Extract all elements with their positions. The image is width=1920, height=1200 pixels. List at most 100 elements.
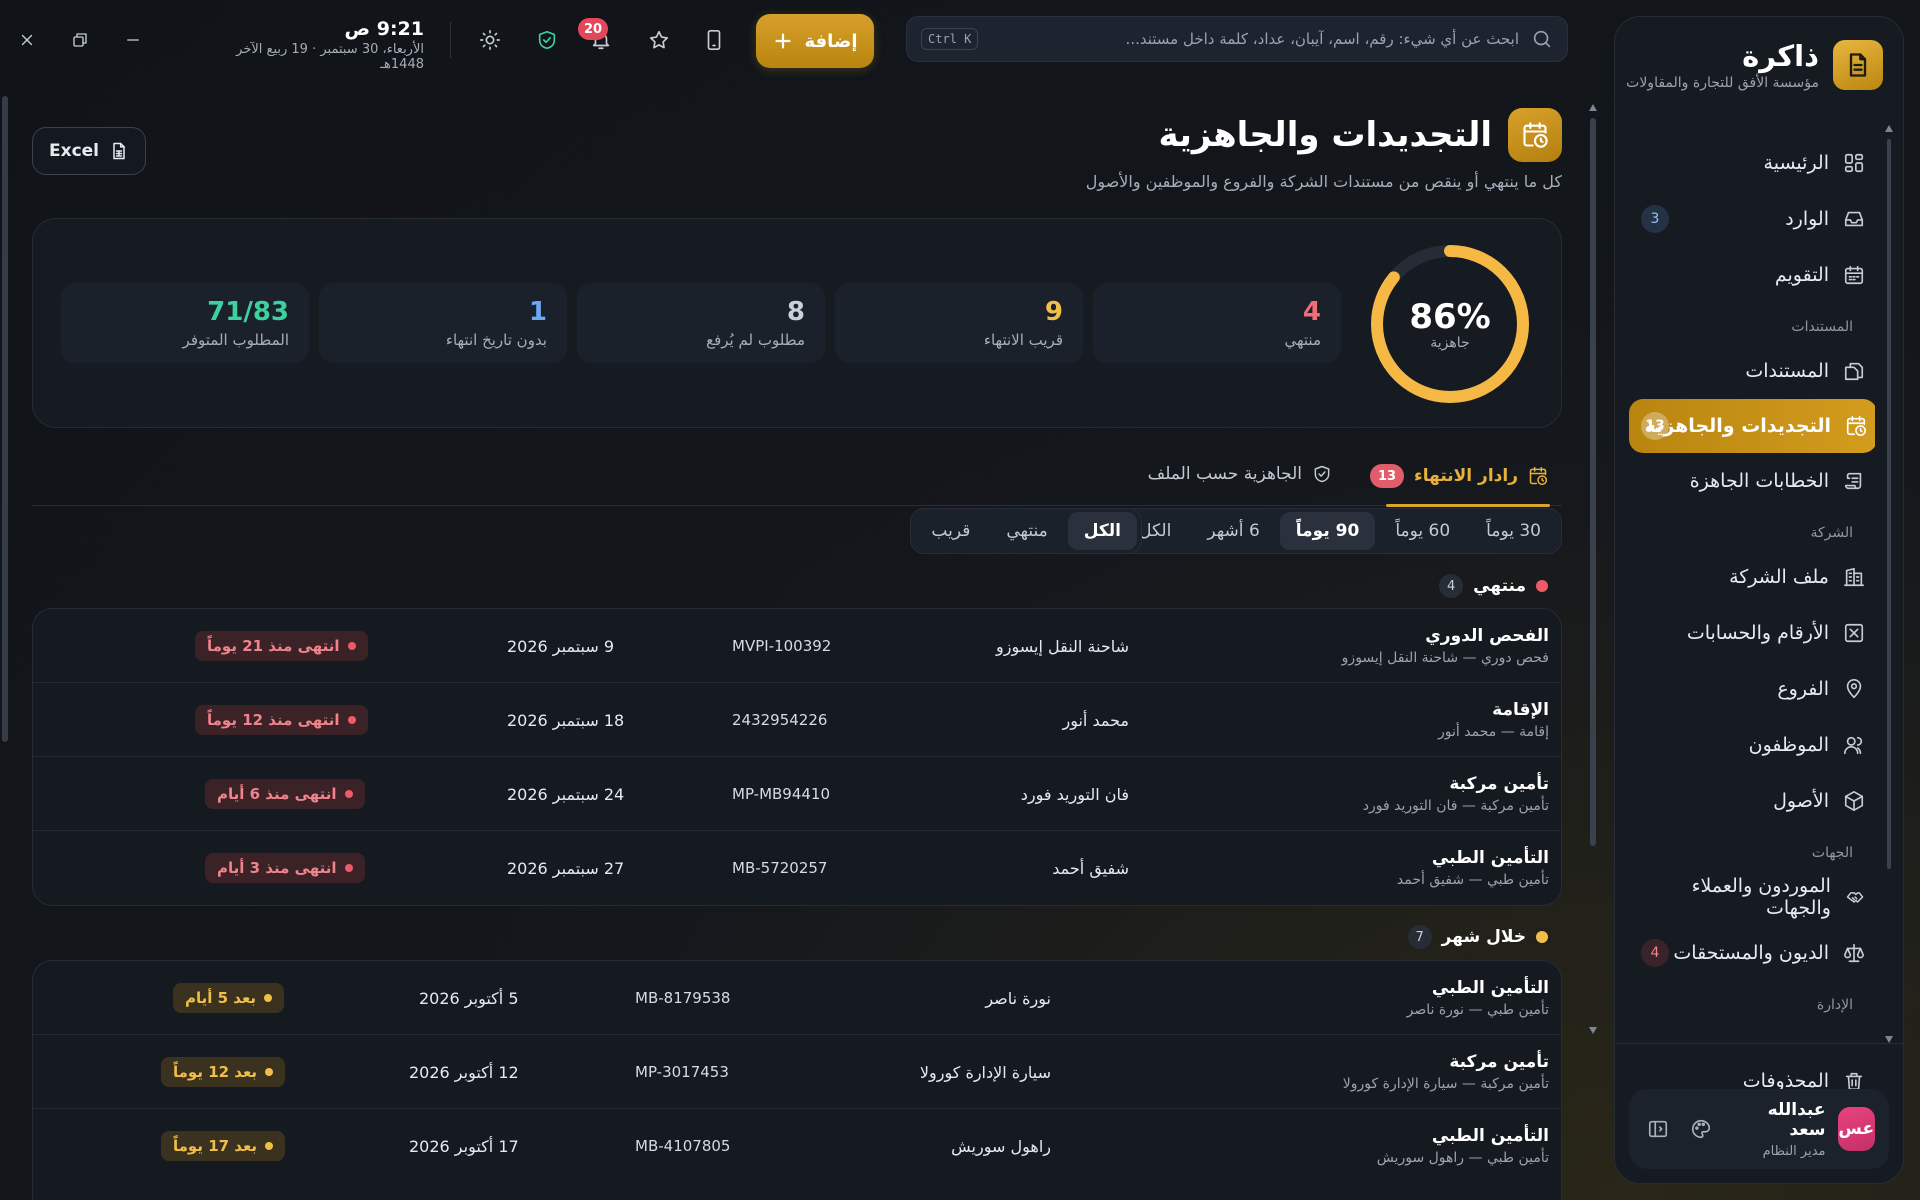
sidebar-scrollbar[interactable] bbox=[1885, 125, 1893, 1043]
readiness-ring-label: 86% جاهزية bbox=[1367, 241, 1533, 407]
topbar-divider bbox=[450, 22, 451, 58]
page-subtitle: كل ما ينتهي أو ينقص من مستندات الشركة وا… bbox=[1085, 172, 1562, 191]
table-row[interactable]: الإقامة إقامة — محمد أنور محمد أنور 24329… bbox=[33, 683, 1561, 757]
window-scrollbar[interactable] bbox=[2, 96, 8, 742]
sidebar-item-branches[interactable]: الفروع bbox=[1629, 661, 1875, 717]
sidebar-item-documents[interactable]: المستندات bbox=[1629, 343, 1875, 399]
table-row[interactable]: الفحص الدوري فحص دوري — شاحنة النقل إيسوز… bbox=[33, 609, 1561, 683]
mobile-view-button[interactable] bbox=[698, 24, 730, 56]
doc-subtitle: تأمين طبي — شفيق أحمد bbox=[1396, 872, 1549, 888]
table-row[interactable]: تأمين مركبة تأمين مركبة — فان التوريد فور… bbox=[33, 757, 1561, 831]
favorites-button[interactable] bbox=[643, 24, 675, 56]
status-text: بعد 17 يوماً bbox=[173, 1137, 258, 1155]
range-option-90[interactable]: 90 يوماً bbox=[1279, 512, 1376, 550]
stat-value: 9 bbox=[1044, 297, 1063, 327]
global-search[interactable]: ابحث عن أي شيء: رقم، اسم، آيبان، عداد، ك… bbox=[906, 16, 1568, 62]
stat-expired[interactable]: 4 منتهي bbox=[1093, 283, 1341, 363]
stat-near-expiry[interactable]: 9 قريب الانتهاء bbox=[835, 283, 1083, 363]
group-count: 4 bbox=[1439, 574, 1464, 598]
status-dot bbox=[347, 716, 356, 724]
status-text: انتهى منذ 3 أيام bbox=[217, 859, 337, 877]
sidebar-item-debts[interactable]: الديون والمستحقات 4 bbox=[1629, 925, 1875, 981]
add-button[interactable]: إضافة bbox=[756, 14, 874, 68]
tab-label: رادار الانتهاء bbox=[1414, 466, 1518, 486]
range-option-6-months[interactable]: 6 أشهر bbox=[1191, 512, 1275, 550]
doc-number: 2432954226 bbox=[732, 711, 828, 729]
stat-no-expiry[interactable]: 1 بدون تاريخ انتهاء bbox=[319, 283, 567, 363]
status-option-all[interactable]: الكل bbox=[1067, 512, 1137, 550]
search-icon bbox=[1533, 30, 1551, 48]
shield-check-icon bbox=[1314, 465, 1330, 483]
current-time: 9:21 ص bbox=[344, 18, 424, 40]
group-count: 7 bbox=[1407, 925, 1432, 949]
group-header-within-month: خلال شهر 7 bbox=[1407, 925, 1548, 949]
doc-expiry-date: 9 سبتمبر 2026 bbox=[507, 636, 615, 656]
close-window-button[interactable] bbox=[13, 26, 41, 54]
sidebar-item-label: الديون والمستحقات bbox=[1673, 942, 1829, 964]
sidebar-item-inbox[interactable]: الوارد 3 bbox=[1629, 191, 1875, 247]
doc-holder: سيارة الإدارة كورولا bbox=[919, 1062, 1051, 1082]
doc-title: التأمين الطبي bbox=[1431, 978, 1549, 998]
doc-expiry-date: 17 أكتوبر 2026 bbox=[409, 1136, 519, 1156]
stat-label: قريب الانتهاء bbox=[983, 331, 1063, 349]
scroll-down-arrow-icon[interactable] bbox=[1885, 1036, 1893, 1043]
range-option-60[interactable]: 60 يوماً bbox=[1379, 512, 1466, 550]
sidebar-item-numbers-accounts[interactable]: الأرقام والحسابات bbox=[1629, 605, 1875, 661]
sidebar-item-label: المستندات bbox=[1745, 360, 1829, 382]
tab-expiry-radar[interactable]: رادار الانتهاء 13 bbox=[1370, 464, 1548, 488]
sidebar-item-company-profile[interactable]: ملف الشركة bbox=[1629, 549, 1875, 605]
theme-toggle-button[interactable] bbox=[474, 24, 506, 56]
restore-window-button[interactable] bbox=[66, 26, 94, 54]
table-row[interactable]: التأمين الطبي تأمين طبي — راهول سوريش راه… bbox=[33, 1109, 1561, 1183]
debts-count-badge: 4 bbox=[1641, 939, 1669, 967]
range-option-30[interactable]: 30 يوماً bbox=[1470, 512, 1557, 550]
scroll-thumb[interactable] bbox=[1590, 118, 1596, 846]
documents-icon bbox=[1844, 362, 1864, 381]
doc-subtitle: تأمين طبي — راهول سوريش bbox=[1376, 1150, 1549, 1166]
page-header: التجديدات والجاهزية كل ما ينتهي أو ينقص … bbox=[1086, 108, 1562, 191]
status-option-expired[interactable]: منتهي bbox=[990, 512, 1063, 550]
spreadsheet-icon bbox=[113, 142, 125, 160]
status-pill: انتهى منذ 3 أيام bbox=[205, 853, 365, 883]
user-role: مدير النظام bbox=[1762, 1143, 1826, 1159]
minimize-window-button[interactable] bbox=[119, 26, 147, 54]
map-pin-icon bbox=[1846, 679, 1862, 699]
smartphone-icon bbox=[707, 30, 721, 50]
scroll-thumb[interactable] bbox=[1887, 139, 1891, 869]
table-row[interactable]: التأمين الطبي تأمين طبي — شفيق أحمد شفيق … bbox=[33, 831, 1561, 905]
stat-required-available[interactable]: 71/83 المطلوب المتوفر bbox=[61, 283, 309, 363]
shield-check-icon bbox=[538, 30, 556, 50]
restore-icon bbox=[73, 33, 87, 47]
sidebar-item-renewals[interactable]: التجديدات والجاهزية 13 bbox=[1629, 399, 1875, 453]
sidebar-item-parties[interactable]: الموردون والعملاء والجهات bbox=[1629, 869, 1875, 925]
sidebar-item-calendar[interactable]: التقويم bbox=[1629, 247, 1875, 303]
table-row[interactable]: التأمين الطبي تأمين طبي — نورة ناصر نورة … bbox=[33, 961, 1561, 1035]
table-row[interactable]: تأمين مركبة تأمين مركبة — سيارة الإدارة ك… bbox=[33, 1035, 1561, 1109]
security-status-button[interactable] bbox=[531, 24, 563, 56]
content-scrollbar[interactable] bbox=[1588, 104, 1598, 1034]
sidebar-item-assets[interactable]: الأصول bbox=[1629, 773, 1875, 829]
group-title: خلال شهر bbox=[1441, 927, 1526, 947]
tab-readiness-by-file[interactable]: الجاهزية حسب الملف bbox=[1148, 464, 1332, 484]
sidebar-item-label: الموظفون bbox=[1748, 734, 1829, 756]
export-excel-button[interactable]: Excel bbox=[32, 127, 146, 175]
sidebar-item-employees[interactable]: الموظفون bbox=[1629, 717, 1875, 773]
search-input[interactable]: ابحث عن أي شيء: رقم، اسم، آيبان، عداد، ك… bbox=[990, 30, 1519, 48]
user-card[interactable]: عس عبدالله سعد مدير النظام bbox=[1629, 1089, 1889, 1169]
collapse-sidebar-button[interactable] bbox=[1643, 1111, 1674, 1147]
theme-palette-button[interactable] bbox=[1686, 1111, 1717, 1147]
stat-required-missing[interactable]: 8 مطلوب لم يُرفع bbox=[577, 283, 825, 363]
stat-value: 8 bbox=[786, 297, 805, 327]
brand[interactable]: ذاكرة مؤسسة الأفق للتجارة والمقاولات bbox=[1626, 39, 1883, 91]
status-text: بعد 12 يوماً bbox=[173, 1063, 258, 1081]
status-option-near[interactable]: قريب bbox=[915, 512, 986, 550]
scroll-up-arrow-icon[interactable] bbox=[1589, 104, 1597, 111]
scroll-down-arrow-icon[interactable] bbox=[1589, 1027, 1597, 1034]
sidebar-section-parties: الجهات bbox=[1811, 845, 1853, 861]
doc-title: تأمين مركبة bbox=[1449, 1052, 1549, 1072]
sidebar-item-letters[interactable]: الخطابات الجاهزة bbox=[1629, 453, 1875, 509]
sidebar-item-home[interactable]: الرئيسية bbox=[1629, 135, 1875, 191]
sidebar: ذاكرة مؤسسة الأفق للتجارة والمقاولات الر… bbox=[1614, 16, 1904, 1184]
view-tabs: رادار الانتهاء 13 الجاهزية حسب الملف bbox=[32, 450, 1562, 507]
scroll-up-arrow-icon[interactable] bbox=[1885, 125, 1893, 132]
